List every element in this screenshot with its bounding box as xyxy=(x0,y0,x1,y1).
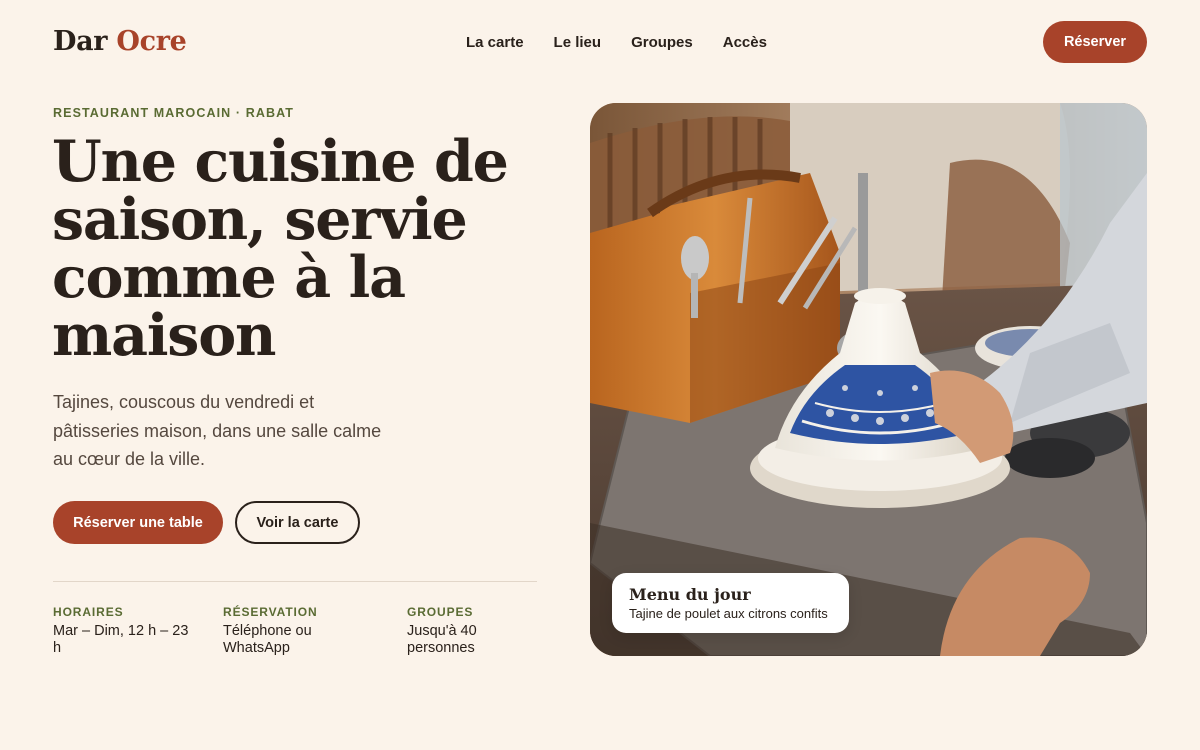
info-groups-value: Jusqu'à 40 personnes xyxy=(407,623,477,656)
reserve-table-button[interactable]: Réserver une table xyxy=(53,501,223,544)
info-reservation-label: RÉSERVATION xyxy=(223,605,318,619)
hero-subtext: Tajines, couscous du vendredi et pâtisse… xyxy=(53,392,382,469)
hero-eyebrow: RESTAURANT MAROCAIN · RABAT xyxy=(53,106,295,120)
menu-of-the-day-card: Menu du jour Tajine de poulet aux citron… xyxy=(612,573,849,633)
info-reservation-value: Téléphone ou WhatsApp xyxy=(223,623,312,656)
info-hours: HORAIRES Mar – Dim, 12 h – 23 h xyxy=(53,605,193,656)
info-groups-label: GROUPES xyxy=(407,605,474,619)
info-hours-value: Mar – Dim, 12 h – 23 h xyxy=(53,623,189,656)
hero-headline: Une cuisine de saison, servie comme à la… xyxy=(52,128,509,369)
info-divider xyxy=(53,581,537,582)
main-nav: La carte Le lieu Groupes Accès xyxy=(466,34,767,51)
nav-item-acces[interactable]: Accès xyxy=(723,34,767,51)
info-hours-label: HORAIRES xyxy=(53,605,124,619)
logo[interactable]: Dar Ocre xyxy=(53,26,187,57)
nav-item-le-lieu[interactable]: Le lieu xyxy=(554,34,602,51)
nav-item-groupes[interactable]: Groupes xyxy=(631,34,693,51)
logo-text-accent: Ocre xyxy=(116,26,187,57)
header-reserve-button[interactable]: Réserver xyxy=(1043,21,1147,63)
info-reservation: RÉSERVATION Téléphone ou WhatsApp xyxy=(223,605,343,656)
view-menu-button[interactable]: Voir la carte xyxy=(235,501,360,544)
nav-item-la-carte[interactable]: La carte xyxy=(466,34,524,51)
menu-card-dish: Tajine de poulet aux citrons confits xyxy=(629,606,828,621)
logo-text-main: Dar xyxy=(53,26,108,57)
menu-card-title: Menu du jour xyxy=(629,585,751,604)
info-groups: GROUPES Jusqu'à 40 personnes xyxy=(407,605,527,656)
